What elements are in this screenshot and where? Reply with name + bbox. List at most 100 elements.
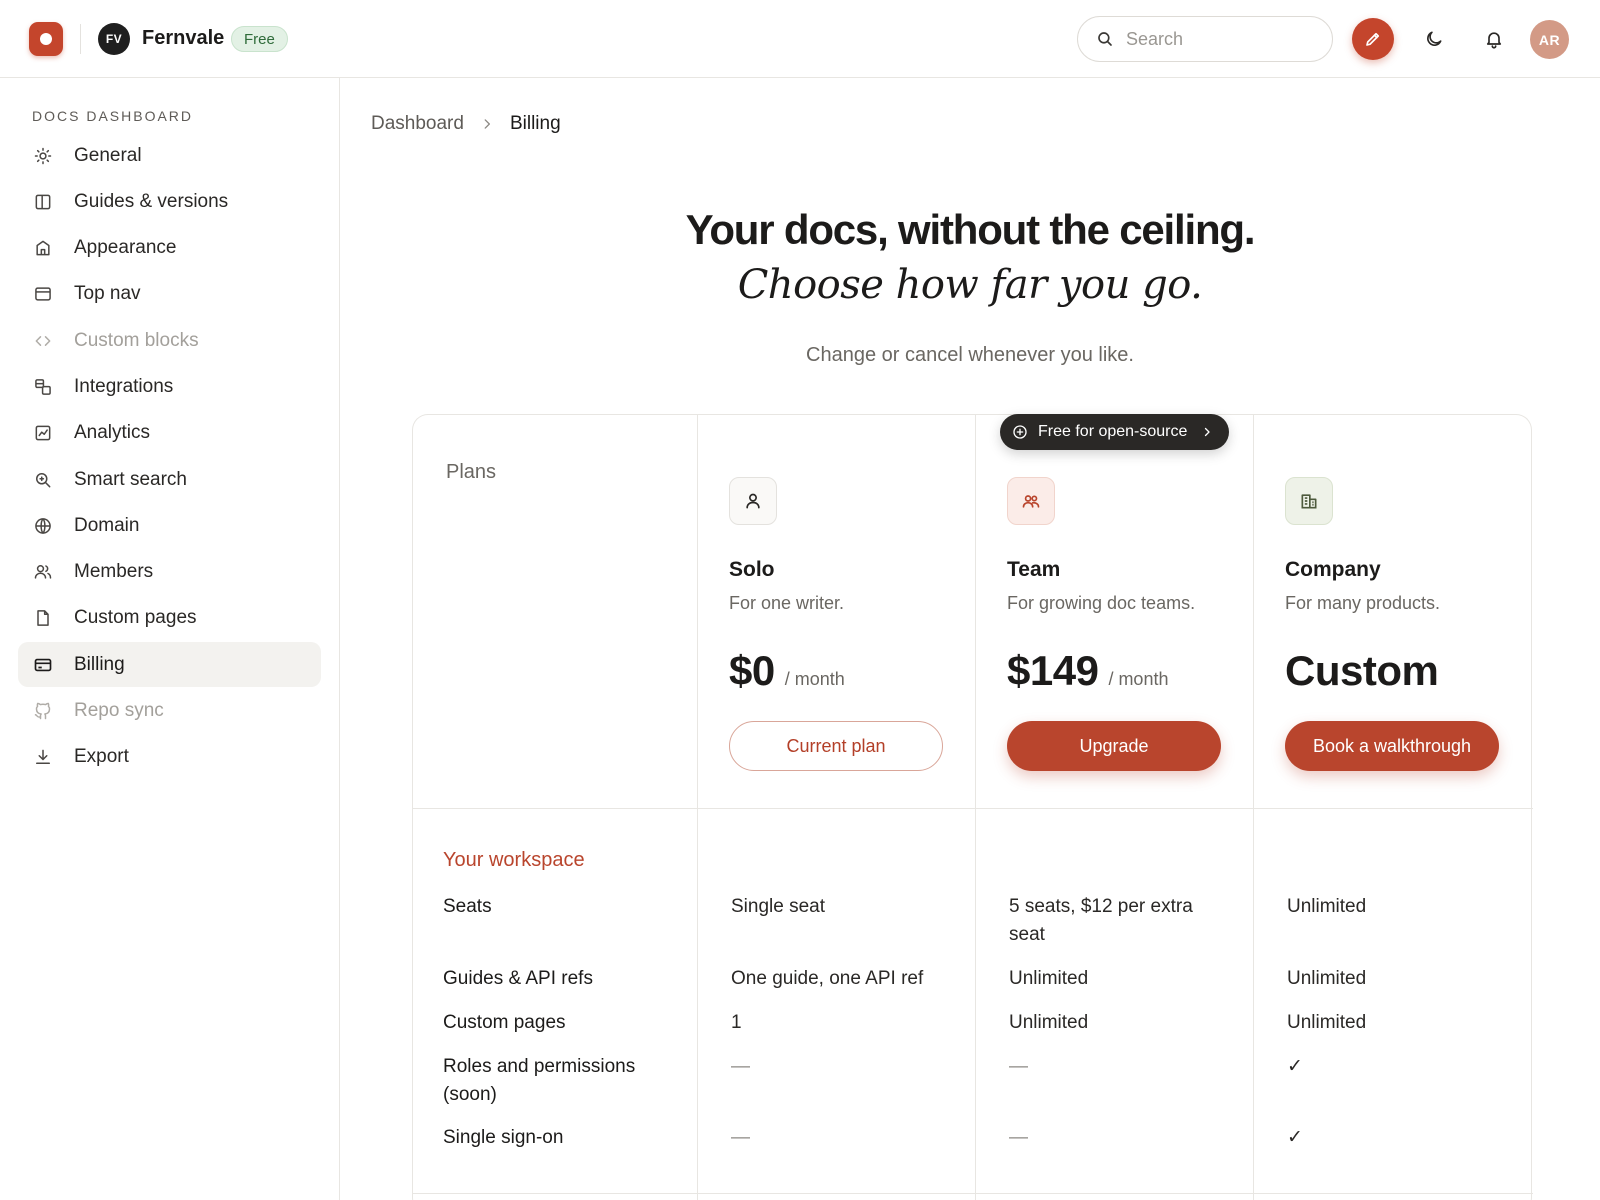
open-source-badge[interactable]: Free for open-source: [1000, 414, 1230, 450]
sidebar-item-repo-sync[interactable]: Repo sync: [18, 689, 321, 734]
sidebar-item-label: Repo sync: [74, 700, 164, 722]
building-icon: [1285, 477, 1333, 525]
chart-icon: [32, 422, 54, 444]
sidebar-item-appearance[interactable]: Appearance: [18, 226, 321, 271]
dash-mark: —: [1009, 1056, 1028, 1077]
pencil-icon: [1364, 30, 1382, 48]
feature-value-solo: 1: [731, 1012, 742, 1033]
workspace-avatar[interactable]: FV: [98, 23, 130, 55]
feature-value-team: Unlimited: [1009, 1012, 1089, 1033]
pricing-table: Plans Solo For one writer. $0 / month Cu…: [412, 414, 1533, 1200]
chevron-right-icon: [1201, 426, 1213, 438]
card-icon: [32, 654, 54, 676]
sidebar-item-label: Domain: [74, 514, 140, 536]
plan-description: For growing doc teams.: [1007, 593, 1196, 613]
sidebar-item-analytics[interactable]: Analytics: [18, 411, 321, 456]
feature-value-team: —: [1009, 1124, 1219, 1152]
sidebar-item-label: Top nav: [74, 283, 141, 305]
chevron-right-icon: [480, 117, 494, 131]
plan-price: $0 / month: [729, 647, 845, 695]
page-subtitle: Choose how far you go.: [737, 262, 1203, 308]
feature-label: Seats: [443, 896, 492, 917]
plan-description: For one writer.: [729, 593, 845, 613]
current-plan-button[interactable]: Current plan: [729, 721, 943, 771]
sidebar-item-label: Integrations: [74, 375, 174, 397]
feature-value-team: 5 seats, $12 per extra seat: [1009, 896, 1193, 945]
row-divider: [413, 1193, 1533, 1194]
sidebar-item-smart-search[interactable]: Smart search: [18, 457, 321, 502]
plan-price: Custom: [1285, 647, 1439, 695]
sidebar-nav: General Guides & versions Appearance Top…: [18, 133, 321, 781]
plan-name: Company: [1285, 558, 1381, 581]
feature-value-team: Unlimited: [1009, 968, 1089, 989]
feature-value-company: Unlimited: [1287, 896, 1367, 917]
download-icon: [32, 746, 54, 768]
sidebar-item-label: General: [74, 144, 142, 166]
sidebar-item-custom-pages[interactable]: Custom pages: [18, 596, 321, 641]
breadcrumb-current: Billing: [509, 113, 561, 134]
dash-mark: —: [731, 1127, 750, 1148]
sidebar-item-label: Appearance: [74, 237, 177, 259]
plan-price: $149 / month: [1007, 647, 1168, 695]
book-walkthrough-button[interactable]: Book a walkthrough: [1285, 721, 1499, 771]
page-title: Your docs, without the ceiling.: [685, 206, 1256, 253]
sidebar-item-label: Smart search: [74, 468, 187, 490]
code-icon: [32, 330, 54, 352]
breadcrumb: Dashboard Billing: [371, 113, 561, 135]
search-box[interactable]: [1077, 16, 1333, 62]
sidebar-item-label: Members: [74, 561, 154, 583]
search-zoom-icon: [32, 469, 54, 491]
open-source-badge-label: Free for open-source: [1038, 423, 1188, 440]
sidebar-item-export[interactable]: Export: [18, 735, 321, 780]
team-icon: [1007, 477, 1055, 525]
sidebar-item-top-nav[interactable]: Top nav: [18, 272, 321, 317]
users-icon: [32, 561, 54, 583]
upgrade-button[interactable]: Upgrade: [1007, 721, 1221, 771]
feature-value-solo: Single seat: [731, 896, 826, 917]
feature-value-company: Unlimited: [1287, 968, 1367, 989]
user-avatar[interactable]: AR: [1530, 20, 1569, 59]
plan-name: Solo: [729, 558, 775, 581]
book-icon: [32, 191, 54, 213]
sidebar-item-label: Export: [74, 746, 129, 768]
search-input[interactable]: [1126, 28, 1316, 50]
workspace-name[interactable]: Fernvale: [142, 27, 224, 50]
feature-label: Guides & API refs: [443, 968, 593, 989]
notifications-button[interactable]: [1474, 19, 1514, 59]
sidebar-item-billing[interactable]: Billing: [18, 642, 321, 688]
sidebar-item-integrations[interactable]: Integrations: [18, 364, 321, 409]
sidebar-item-guides-versions[interactable]: Guides & versions: [18, 179, 321, 224]
user-icon: [729, 477, 777, 525]
github-icon: [32, 700, 54, 722]
plan-price-amount: $0: [729, 647, 775, 694]
feature-value-solo: —: [731, 1053, 961, 1081]
breadcrumb-dashboard-link[interactable]: Dashboard: [371, 113, 464, 135]
sidebar-item-members[interactable]: Members: [18, 550, 321, 595]
app-logo[interactable]: [29, 22, 63, 56]
sidebar-item-general[interactable]: General: [18, 133, 321, 178]
sidebar-item-label: Analytics: [74, 422, 151, 444]
logo-dot: [40, 33, 52, 45]
sidebar-item-label: Billing: [74, 653, 125, 675]
feature-label: Roles and permissions (soon): [443, 1056, 636, 1105]
plan-price-period: / month: [1108, 669, 1169, 689]
top-bar: FV Fernvale Free AR: [0, 0, 1600, 78]
feature-value-team: —: [1009, 1053, 1219, 1081]
sidebar-item-custom-blocks[interactable]: Custom blocks: [18, 318, 321, 363]
sidebar-item-domain[interactable]: Domain: [18, 503, 321, 548]
moon-icon: [1424, 29, 1444, 49]
row-divider: [413, 808, 1533, 809]
plan-description: For many products.: [1285, 593, 1441, 613]
bell-icon: [1484, 29, 1504, 49]
file-icon: [32, 607, 54, 629]
feature-value-company: Unlimited: [1287, 1012, 1367, 1033]
sidebar-heading: DOCS DASHBOARD: [32, 108, 194, 124]
integrations-icon: [32, 376, 54, 398]
feature-label: Custom pages: [443, 1012, 566, 1033]
plus-circle-icon: [1012, 424, 1028, 440]
theme-toggle-button[interactable]: [1414, 19, 1454, 59]
plan-price-amount: $149: [1007, 647, 1099, 694]
edit-button[interactable]: [1352, 18, 1394, 60]
feature-value-company: ✓: [1287, 1056, 1303, 1077]
sun-icon: [32, 145, 54, 167]
